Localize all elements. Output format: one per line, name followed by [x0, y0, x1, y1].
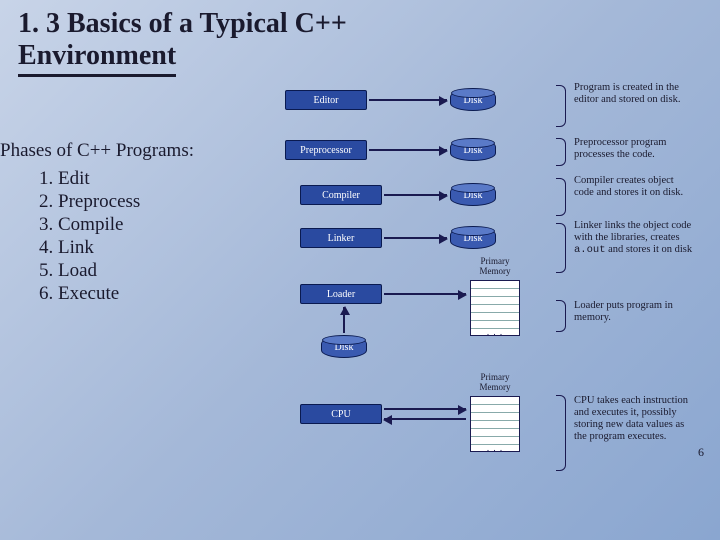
editor-box: Editor — [285, 90, 367, 110]
phase-item: Link — [58, 237, 275, 259]
slide-title: 1. 3 Basics of a Typical C++ Environment — [18, 8, 398, 77]
caption-loader: Loader puts program in memory. — [574, 300, 694, 324]
brace-cpu — [556, 395, 566, 471]
arrow-compiler-disk — [384, 194, 447, 196]
phase-item: Execute — [58, 283, 275, 305]
phase-item: Compile — [58, 214, 275, 236]
arrow-memory-cpu — [384, 418, 466, 420]
disk-editor: Disk — [450, 89, 496, 111]
disk-compiler: Disk — [450, 184, 496, 206]
phase-item: Edit — [58, 168, 275, 190]
memory-label-1: Primary Memory — [465, 256, 525, 276]
caption-linker-pre: Linker links the object code with the li… — [574, 220, 691, 243]
phase-item: Load — [58, 260, 275, 282]
disk-preprocessor: Disk — [450, 139, 496, 161]
caption-linker-post: and stores it on disk — [606, 244, 693, 255]
phases-panel: Phases of C++ Programs: Edit Preprocess … — [0, 140, 275, 306]
arrow-cpu-memory-1 — [384, 408, 466, 410]
page-number: 6 — [698, 445, 704, 460]
memory-block-2: . . . — [470, 396, 520, 452]
brace-linker — [556, 223, 566, 273]
caption-preprocessor: Preprocessor program processes the code. — [574, 137, 694, 161]
arrow-loader-memory — [384, 293, 466, 295]
brace-preprocessor — [556, 138, 566, 166]
memory-label-2: Primary Memory — [465, 372, 525, 392]
cpu-box: CPU — [300, 404, 382, 424]
arrow-preprocessor-disk — [369, 149, 447, 151]
caption-linker-code: a.out — [574, 244, 606, 256]
arrow-editor-disk — [369, 99, 447, 101]
arrow-linker-disk — [384, 237, 447, 239]
disk-loader: Disk — [321, 336, 367, 358]
compiler-box: Compiler — [300, 185, 382, 205]
arrow-disk-loader — [343, 307, 345, 333]
linker-box: Linker — [300, 228, 382, 248]
phases-heading: Phases of C++ Programs: — [0, 140, 275, 162]
brace-compiler — [556, 178, 566, 216]
phases-list: Edit Preprocess Compile Link Load Execut… — [0, 168, 275, 305]
caption-editor: Program is created in the editor and sto… — [574, 82, 694, 106]
memory-block-1: . . . — [470, 280, 520, 336]
title-line-2: Environment — [18, 40, 176, 77]
loader-box: Loader — [300, 284, 382, 304]
caption-cpu: CPU takes each instruction and executes … — [574, 395, 694, 443]
phase-item: Preprocess — [58, 191, 275, 213]
brace-editor — [556, 85, 566, 127]
brace-loader — [556, 300, 566, 332]
caption-compiler: Compiler creates object code and stores … — [574, 175, 694, 199]
title-line-1: 1. 3 Basics of a Typical C++ — [18, 8, 347, 39]
caption-linker: Linker links the object code with the li… — [574, 220, 694, 256]
disk-linker: Disk — [450, 227, 496, 249]
preprocessor-box: Preprocessor — [285, 140, 367, 160]
